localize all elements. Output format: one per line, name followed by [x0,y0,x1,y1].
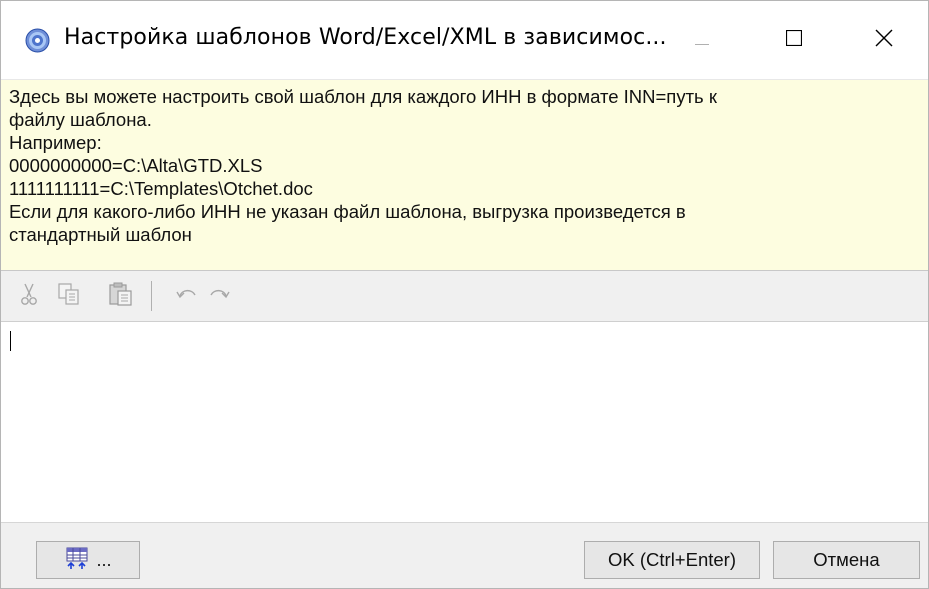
undo-button[interactable] [171,281,203,311]
minimize-button[interactable] [656,1,748,79]
template-settings-dialog: Настройка шаблонов Word/Excel/XML в зави… [0,0,929,589]
info-line: файлу шаблона. [9,109,152,130]
ok-button[interactable]: OK (Ctrl+Enter) [584,541,760,579]
close-button[interactable] [840,1,928,79]
info-line: стандартный шаблон [9,224,192,245]
info-panel: Здесь вы можете настроить свой шаблон дл… [1,80,928,271]
copy-button[interactable] [53,281,85,311]
cancel-button[interactable]: Отмена [773,541,920,579]
maximize-icon [785,29,803,50]
minimize-icon [695,31,709,50]
cut-button[interactable] [13,281,45,311]
info-line: 1111111111=C:\Templates\Otchet.doc [9,178,313,199]
text-caret [10,331,11,351]
button-bar: ... OK (Ctrl+Enter) Отмена [1,522,928,588]
redo-button[interactable] [203,281,235,311]
template-editor[interactable] [1,322,928,522]
toolbar-separator [151,281,152,311]
insert-field-icon [64,546,90,575]
title-bar[interactable]: Настройка шаблонов Word/Excel/XML в зави… [1,1,928,80]
cut-icon [18,282,40,310]
paste-button[interactable] [105,281,137,311]
info-line: Например: [9,132,102,153]
undo-icon [176,286,198,306]
app-icon [25,28,50,53]
paste-icon [108,281,134,311]
info-line: Здесь вы можете настроить свой шаблон дл… [9,86,717,107]
insert-field-button[interactable]: ... [36,541,140,579]
maximize-button[interactable] [748,1,840,79]
info-line: 0000000000=C:\Alta\GTD.XLS [9,155,263,176]
edit-toolbar [1,271,928,322]
close-icon [875,29,893,51]
info-line: Если для какого-либо ИНН не указан файл … [9,201,686,222]
window-title: Настройка шаблонов Word/Excel/XML в зави… [64,25,667,50]
insert-field-label: ... [96,549,112,570]
redo-icon [208,286,230,306]
copy-icon [57,282,81,310]
